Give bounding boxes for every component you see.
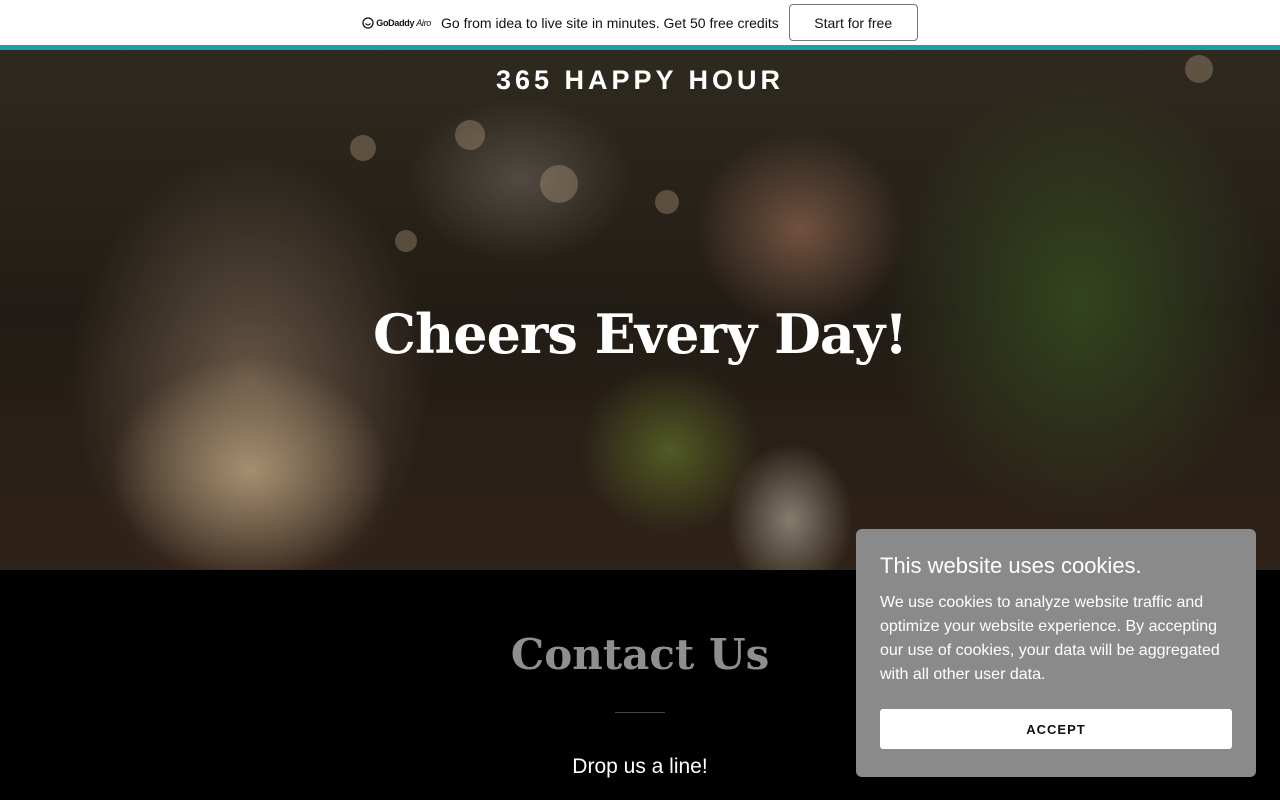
hero-heading: Cheers Every Day! <box>372 302 908 366</box>
start-for-free-button[interactable]: Start for free <box>788 4 918 41</box>
accept-cookies-button[interactable]: ACCEPT <box>880 709 1232 749</box>
cookie-banner: This website uses cookies. We use cookie… <box>856 529 1256 777</box>
promo-text: Go from idea to live site in minutes. Ge… <box>441 14 779 31</box>
section-divider <box>615 712 665 713</box>
logo-product-text: Airo <box>416 17 431 28</box>
cookie-title: This website uses cookies. <box>880 553 1142 578</box>
promo-bar: GoDaddy Airo Go from idea to live site i… <box>0 0 1280 45</box>
godaddy-logo-icon <box>362 16 374 29</box>
godaddy-airo-logo[interactable]: GoDaddy Airo <box>362 16 431 29</box>
hero-section: 365 HAPPY HOUR Cheers Every Day! <box>0 50 1280 570</box>
site-title[interactable]: 365 HAPPY HOUR <box>0 65 1280 96</box>
logo-brand-text: GoDaddy <box>376 17 415 28</box>
cookie-body: We use cookies to analyze website traffi… <box>880 594 1220 683</box>
